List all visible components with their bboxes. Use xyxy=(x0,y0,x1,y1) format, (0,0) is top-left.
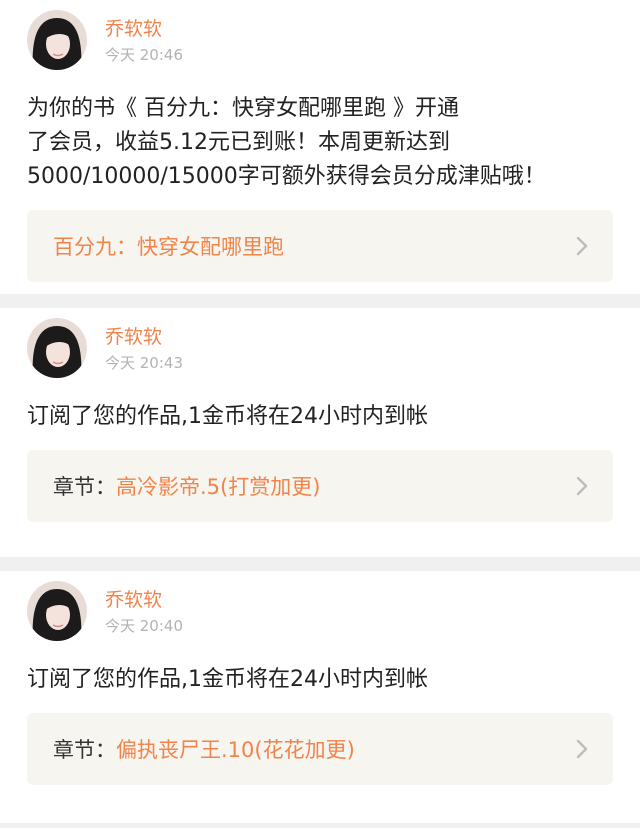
avatar[interactable] xyxy=(27,318,87,378)
notification-message: 为你的书《 百分九：快穿女配哪里跑 》开通 了会员，收益5.12元已到账！本周更… xyxy=(27,96,546,189)
avatar-image xyxy=(27,10,87,70)
notification-meta: 乔软软 今天 20:46 xyxy=(105,10,183,66)
timestamp: 今天 20:43 xyxy=(105,354,183,372)
chapter-link-text: 章节：高冷影帝.5(打赏加更) xyxy=(53,471,575,501)
notification-meta: 乔软软 今天 20:40 xyxy=(105,581,183,637)
chapter-link[interactable]: 章节：偏执丧尸王.10(花花加更) xyxy=(27,713,613,785)
notification-meta: 乔软软 今天 20:43 xyxy=(105,318,183,374)
timestamp: 今天 20:46 xyxy=(105,46,183,64)
chevron-right-icon xyxy=(576,236,588,256)
book-link[interactable]: 百分九：快穿女配哪里跑 xyxy=(27,210,613,282)
chapter-title: 偏执丧尸王.10(花花加更) xyxy=(116,738,355,762)
link-prefix: 章节： xyxy=(53,475,116,499)
avatar-image xyxy=(27,318,87,378)
username[interactable]: 乔软软 xyxy=(105,587,183,613)
notification-card: 乔软软 今天 20:46 为你的书《 百分九：快穿女配哪里跑 》开通 了会员，收… xyxy=(0,0,640,294)
chapter-link[interactable]: 章节：高冷影帝.5(打赏加更) xyxy=(27,450,613,522)
avatar-image xyxy=(27,581,87,641)
chevron-right-icon xyxy=(576,739,588,759)
link-prefix: 章节： xyxy=(53,738,116,762)
book-title: 百分九：快穿女配哪里跑 xyxy=(53,235,284,259)
notification-message: 订阅了您的作品,1金币将在24小时内到帐 xyxy=(27,667,428,692)
chapter-title: 高冷影帝.5(打赏加更) xyxy=(116,475,321,499)
username[interactable]: 乔软软 xyxy=(105,324,183,350)
notification-feed: 乔软软 今天 20:46 为你的书《 百分九：快穿女配哪里跑 》开通 了会员，收… xyxy=(0,0,640,823)
book-link-text: 百分九：快穿女配哪里跑 xyxy=(53,231,575,261)
notification-message: 订阅了您的作品,1金币将在24小时内到帐 xyxy=(27,404,428,429)
chapter-link-text: 章节：偏执丧尸王.10(花花加更) xyxy=(53,734,575,764)
notification-card: 乔软软 今天 20:43 订阅了您的作品,1金币将在24小时内到帐 章节：高冷影… xyxy=(0,308,640,557)
notification-header: 乔软软 今天 20:46 xyxy=(27,10,613,76)
notification-header: 乔软软 今天 20:40 xyxy=(27,581,613,647)
notification-header: 乔软软 今天 20:43 xyxy=(27,318,613,384)
avatar[interactable] xyxy=(27,10,87,70)
avatar[interactable] xyxy=(27,581,87,641)
timestamp: 今天 20:40 xyxy=(105,617,183,635)
chevron-right-icon xyxy=(576,476,588,496)
username[interactable]: 乔软软 xyxy=(105,16,183,42)
notification-card: 乔软软 今天 20:40 订阅了您的作品,1金币将在24小时内到帐 章节：偏执丧… xyxy=(0,571,640,823)
